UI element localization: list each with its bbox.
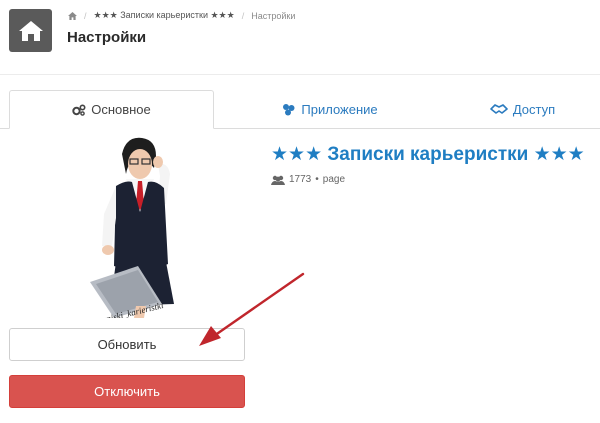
home-button[interactable] xyxy=(9,9,52,52)
group-meta: 1773 • page xyxy=(271,174,345,185)
breadcrumb-current: Настройки xyxy=(251,10,296,21)
gears-icon xyxy=(72,103,86,116)
users-icon xyxy=(271,175,285,185)
group-avatar: zapiski_karieristki xyxy=(90,137,174,318)
meta-separator: • xyxy=(315,174,319,185)
page-title: Настройки xyxy=(67,29,147,46)
breadcrumb-home-icon[interactable] xyxy=(68,11,77,20)
tab-general[interactable]: Основное xyxy=(9,90,214,129)
tab-general-label: Основное xyxy=(91,102,151,117)
group-type: page xyxy=(322,174,346,185)
group-name[interactable]: ★★★ Записки карьеристки ★★★ xyxy=(271,143,585,166)
tab-application-label: Приложение xyxy=(301,101,378,117)
disable-button[interactable]: Отключить xyxy=(9,375,245,408)
puzzle-icon xyxy=(283,103,295,115)
tab-access-label: Доступ xyxy=(512,101,556,117)
tab-access[interactable]: Доступ xyxy=(445,90,600,128)
home-icon xyxy=(18,20,43,41)
tab-bar: Основное Приложение Доступ xyxy=(0,90,600,129)
handshake-icon xyxy=(490,104,508,114)
breadcrumb-separator: / xyxy=(241,10,245,21)
tab-application[interactable]: Приложение xyxy=(230,90,430,128)
breadcrumb-group-link[interactable]: ★★★ Записки карьеристки ★★★ xyxy=(94,10,235,21)
member-count: 1773 xyxy=(289,174,312,185)
page-header: / ★★★ Записки карьеристки ★★★ / Настройк… xyxy=(0,0,600,75)
breadcrumb: / ★★★ Записки карьеристки ★★★ / Настройк… xyxy=(68,10,295,21)
annotation-arrow xyxy=(199,272,305,346)
breadcrumb-separator: / xyxy=(84,10,87,21)
